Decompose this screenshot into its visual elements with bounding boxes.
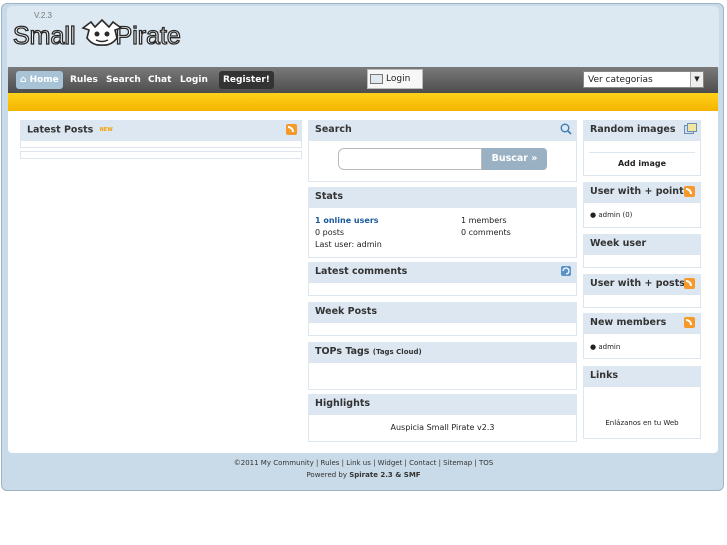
online-users-link[interactable]: 1 online users [315, 216, 379, 225]
tops-tags-body [308, 362, 577, 390]
user-more-points-item[interactable]: ● admin (0) [590, 211, 632, 219]
week-posts-body [308, 322, 577, 336]
user-more-points-value: admin (0) [598, 211, 633, 219]
category-select-value: Ver categorias [588, 75, 653, 85]
tops-tags-subtitle: (Tags Cloud) [372, 348, 422, 356]
logo-name-part2: Pirate [115, 21, 182, 50]
highlights-text[interactable]: Auspicia Small Pirate v2.3 [308, 423, 577, 432]
week-posts-title: Week Posts [315, 306, 377, 317]
user-card-icon [370, 73, 383, 84]
accent-bar [8, 93, 718, 111]
latest-posts-header: Latest Posts NEW [20, 120, 302, 140]
tops-tags-header: TOPs Tags (Tags Cloud) [308, 342, 577, 362]
links-header: Links [583, 366, 701, 386]
nav-rules[interactable]: Rules [70, 71, 98, 89]
latest-posts-title: Latest Posts [27, 124, 94, 136]
logo-version: V.2.3 [34, 11, 52, 20]
main-navbar: ⌂ Home Rules Search Chat Login Register!… [8, 67, 718, 93]
week-posts-header: Week Posts [308, 302, 577, 322]
new-members-value: admin [598, 343, 621, 351]
links-body [583, 386, 701, 439]
nav-chat[interactable]: Chat [148, 71, 171, 89]
user-more-posts-title: User with + posts [590, 278, 685, 289]
random-images-body [583, 140, 701, 176]
refresh-icon[interactable] [560, 265, 572, 277]
link-us-text[interactable]: Enlázanos en tu Web [583, 419, 701, 427]
footer-powered-prefix: Powered by [306, 471, 350, 479]
divider [589, 152, 695, 153]
posts-count: 0 posts [315, 228, 345, 237]
logo-name-part1: Small [12, 21, 76, 50]
highlights-header: Highlights [308, 394, 577, 414]
search-title: Search [315, 124, 352, 135]
login-button[interactable]: Login [367, 69, 423, 89]
links-title: Links [590, 370, 619, 381]
footer-links[interactable]: ©2011 My Community | Rules | Link us | W… [0, 459, 727, 467]
nav-login[interactable]: Login [180, 71, 208, 89]
chevron-down-icon[interactable]: ▼ [690, 72, 703, 87]
week-user-title: Week user [590, 238, 647, 249]
new-members-title: New members [590, 317, 667, 328]
comments-count: 0 comments [461, 228, 511, 237]
latest-posts-body [20, 140, 302, 148]
rss-icon[interactable] [684, 278, 695, 289]
nav-home[interactable]: ⌂ Home [16, 71, 63, 89]
week-user-header: Week user [583, 234, 701, 254]
search-submit-button[interactable]: Buscar » [482, 148, 547, 170]
random-images-title: Random images [590, 124, 676, 135]
login-button-label: Login [386, 74, 411, 84]
nav-home-label: Home [29, 75, 59, 85]
pirate-skull-icon [81, 18, 123, 46]
latest-comments-title: Latest comments [315, 266, 408, 277]
tops-tags-title: TOPs Tags [315, 346, 370, 357]
highlights-title: Highlights [315, 398, 371, 409]
stats-body [308, 207, 577, 258]
category-select[interactable]: Ver categorias ▼ [583, 71, 704, 88]
rss-icon[interactable] [684, 186, 695, 197]
latest-posts-footer [20, 151, 302, 159]
rss-icon[interactable] [684, 317, 695, 328]
stats-title: Stats [315, 191, 343, 202]
search-icon [560, 123, 572, 135]
footer-brand[interactable]: Spirate 2.3 & SMF [349, 471, 420, 479]
latest-comments-body [308, 282, 577, 296]
nav-register[interactable]: Register! [219, 71, 274, 89]
last-user: Last user: admin [315, 240, 382, 249]
rss-icon[interactable] [286, 124, 297, 135]
search-header: Search [308, 120, 577, 140]
footer-powered: Powered by Spirate 2.3 & SMF [0, 471, 727, 479]
latest-comments-header: Latest comments [308, 262, 577, 282]
home-icon: ⌂ [20, 75, 27, 85]
new-members-item[interactable]: ● admin [590, 343, 620, 351]
nav-search[interactable]: Search [106, 71, 141, 89]
add-image-link[interactable]: Add image [583, 159, 701, 168]
week-user-body [583, 254, 701, 268]
new-badge: NEW [99, 127, 113, 133]
stats-header: Stats [308, 187, 577, 207]
search-input[interactable] [338, 148, 482, 170]
site-header: V.2.3 Small Pirate [7, 6, 719, 68]
image-gallery-icon[interactable] [684, 123, 697, 135]
members-count: 1 members [461, 216, 507, 225]
user-more-points-title: User with + points [590, 186, 690, 197]
user-more-posts-body [583, 294, 701, 308]
